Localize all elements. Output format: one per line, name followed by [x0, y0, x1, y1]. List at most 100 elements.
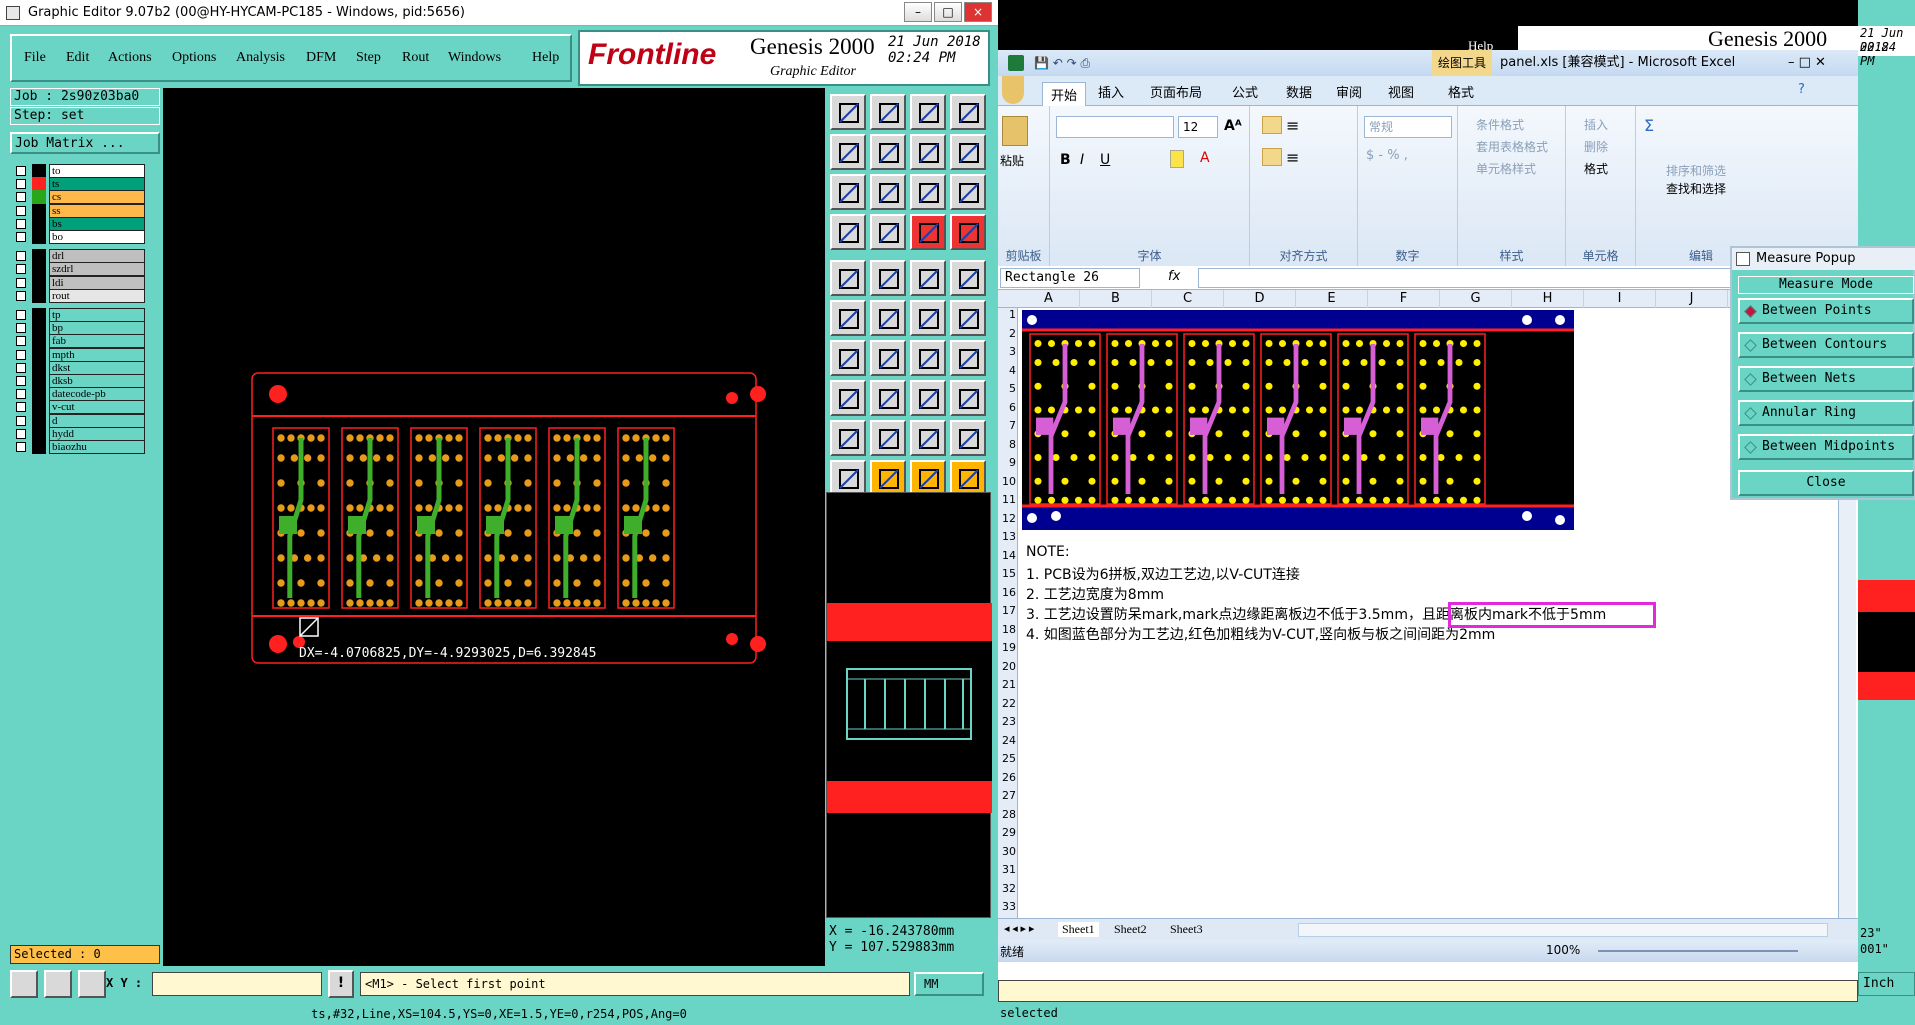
- tab-review[interactable]: 审阅: [1336, 82, 1362, 101]
- tab-insert[interactable]: 插入: [1098, 82, 1124, 101]
- cursor-alt-icon[interactable]: [870, 460, 906, 496]
- layer-color-swatch[interactable]: [32, 164, 46, 178]
- rect-select-icon[interactable]: [870, 260, 906, 296]
- office-button-icon[interactable]: [1002, 76, 1024, 104]
- layer-row-datecode-pb[interactable]: datecode-pb: [14, 387, 145, 402]
- layer-row-tp[interactable]: tp: [14, 308, 145, 322]
- layer-checkbox[interactable]: [16, 179, 26, 190]
- layer-name[interactable]: to: [49, 164, 145, 178]
- layer-name[interactable]: mpth: [49, 347, 145, 362]
- sheet-tab-3[interactable]: Sheet3: [1170, 922, 1203, 937]
- layer-row-szdrl[interactable]: szdrl: [14, 262, 145, 277]
- measure-option[interactable]: Between Nets: [1738, 366, 1914, 392]
- sort-filter-button[interactable]: 排序和筛选: [1666, 162, 1726, 179]
- row-header[interactable]: 25: [998, 752, 1018, 765]
- font-size-input[interactable]: 12: [1178, 116, 1218, 138]
- home-icon[interactable]: [910, 94, 946, 130]
- units-selector[interactable]: MM: [914, 972, 984, 996]
- menu-file[interactable]: File: [24, 50, 46, 66]
- layer-row-v-cut[interactable]: v-cut: [14, 400, 145, 415]
- number-format-select[interactable]: 常规: [1364, 116, 1452, 138]
- layer-row-biaozhu[interactable]: biaozhu: [14, 440, 145, 454]
- layer-row-bp[interactable]: bp: [14, 321, 145, 336]
- hatch-icon[interactable]: [910, 260, 946, 296]
- layer-name[interactable]: tp: [49, 308, 145, 322]
- row-header[interactable]: 16: [998, 586, 1018, 599]
- layer-color-swatch[interactable]: [32, 203, 46, 218]
- layer-checkbox[interactable]: [16, 442, 26, 452]
- copy-icon[interactable]: [950, 380, 986, 416]
- graphic-canvas[interactable]: DX=-4.0706825,DY=-4.9293025,D=6.392845: [163, 88, 825, 968]
- close-button[interactable]: ×: [964, 2, 992, 22]
- row-header[interactable]: 13: [998, 530, 1018, 543]
- tab-data[interactable]: 数据: [1286, 82, 1312, 101]
- row-header[interactable]: 17: [998, 604, 1018, 617]
- row-header[interactable]: 27: [998, 789, 1018, 802]
- fit-icon[interactable]: [830, 174, 866, 210]
- layer-name[interactable]: bo: [49, 230, 145, 244]
- tab-formulas[interactable]: 公式: [1232, 82, 1258, 101]
- layer-checkbox[interactable]: [16, 310, 26, 320]
- tab-format[interactable]: 格式: [1448, 82, 1474, 101]
- row-header[interactable]: 29: [998, 826, 1018, 839]
- triangle-icon[interactable]: [830, 420, 866, 456]
- sum-icon[interactable]: Σ: [1644, 116, 1654, 135]
- redo-icon[interactable]: [870, 94, 906, 130]
- feature-icon[interactable]: [950, 134, 986, 170]
- xy-input[interactable]: [152, 972, 322, 996]
- find-select-button[interactable]: 查找和选择: [1666, 180, 1726, 197]
- menu-analysis[interactable]: Analysis: [236, 50, 285, 66]
- layer-row-to[interactable]: to: [14, 164, 145, 178]
- column-header-G[interactable]: G: [1440, 290, 1512, 308]
- sheet-tab-2[interactable]: Sheet2: [1114, 922, 1147, 937]
- layer-name[interactable]: bs: [49, 216, 145, 231]
- layer-name[interactable]: rout: [49, 288, 145, 303]
- layer-checkbox[interactable]: [16, 389, 26, 400]
- layer-checkbox[interactable]: [16, 232, 26, 242]
- insert-cells-button[interactable]: 插入: [1584, 116, 1608, 133]
- row-header[interactable]: 15: [998, 567, 1018, 580]
- cursor-move-icon[interactable]: [950, 460, 986, 496]
- layer-row-dksb[interactable]: dksb: [14, 374, 145, 388]
- row-header[interactable]: 33: [998, 900, 1018, 913]
- layer-checkbox[interactable]: [16, 277, 26, 288]
- percent-icon[interactable]: $ - % ,: [1366, 148, 1408, 163]
- layer-color-swatch[interactable]: [32, 426, 46, 441]
- measure-option[interactable]: Between Contours: [1738, 332, 1914, 358]
- layer-row-bo[interactable]: bo: [14, 230, 145, 244]
- font-color-icon[interactable]: A: [1200, 150, 1210, 166]
- paste-label[interactable]: 粘贴: [1000, 152, 1024, 169]
- row-header[interactable]: 18: [998, 623, 1018, 636]
- align-top-icon[interactable]: [1262, 116, 1282, 134]
- snap-tool-icon[interactable]: [44, 970, 72, 998]
- cursor-rotate-icon[interactable]: [910, 460, 946, 496]
- row-header[interactable]: 28: [998, 808, 1018, 821]
- layer-checkbox[interactable]: [16, 402, 26, 413]
- tab-home[interactable]: 开始: [1042, 82, 1087, 106]
- row-header[interactable]: 5: [998, 382, 1018, 395]
- bg-units[interactable]: Inch: [1858, 972, 1915, 996]
- layer-checkbox[interactable]: [16, 349, 26, 360]
- row-header[interactable]: 10: [998, 475, 1018, 488]
- underline-icon[interactable]: U: [1100, 152, 1110, 168]
- zoom-level[interactable]: 100%: [1546, 943, 1580, 957]
- undo-icon[interactable]: [830, 94, 866, 130]
- job-matrix-button[interactable]: Job Matrix ...: [10, 132, 160, 154]
- layer-name[interactable]: ss: [49, 203, 145, 218]
- menu-actions[interactable]: Actions: [108, 50, 152, 66]
- measure-option[interactable]: Annular Ring: [1738, 400, 1914, 426]
- measure-option[interactable]: Between Midpoints: [1738, 434, 1914, 460]
- tab-page-layout[interactable]: 页面布局: [1150, 82, 1202, 101]
- layer-color-swatch[interactable]: [32, 230, 46, 244]
- layer-checkbox[interactable]: [16, 218, 26, 229]
- layer-checkbox[interactable]: [16, 264, 26, 275]
- cursor-icon[interactable]: [830, 460, 866, 496]
- row-header[interactable]: 4: [998, 364, 1018, 377]
- layer-name[interactable]: d: [49, 413, 145, 428]
- cell-styles-button[interactable]: 单元格样式: [1476, 160, 1536, 177]
- name-box[interactable]: Rectangle 26: [1000, 268, 1140, 288]
- row-header[interactable]: 3: [998, 345, 1018, 358]
- layer-color-swatch[interactable]: [32, 288, 46, 303]
- layer-color-swatch[interactable]: [32, 177, 46, 192]
- snap-icon[interactable]: [830, 214, 866, 250]
